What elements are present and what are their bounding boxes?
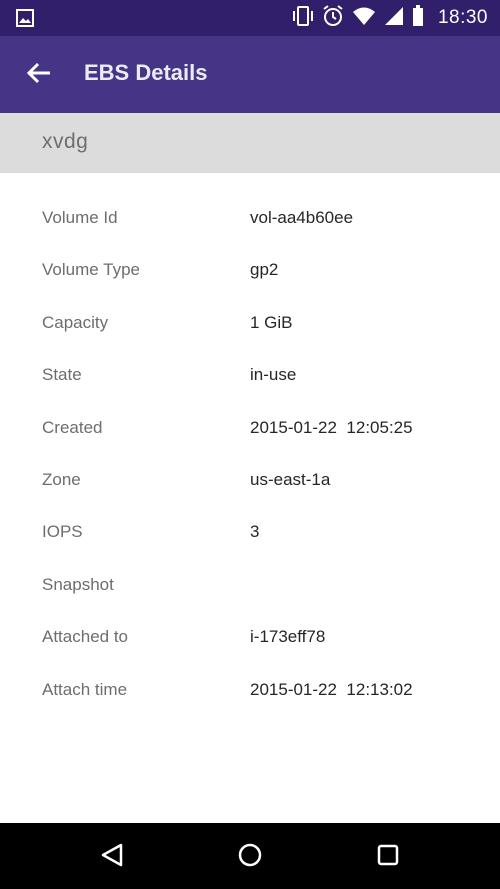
nav-recents-button[interactable] (370, 839, 406, 875)
nav-back-button[interactable] (94, 839, 130, 875)
recents-square-icon (375, 842, 401, 873)
detail-label: Zone (42, 469, 81, 489)
home-circle-icon (237, 842, 263, 873)
detail-label: Attached to (42, 627, 129, 647)
detail-row-attach-time: Attach time 2015-01-22 12:13:02 (0, 666, 500, 718)
battery-icon (412, 4, 424, 32)
detail-value: gp2 (250, 260, 279, 280)
detail-row-iops: IOPS 3 (0, 508, 500, 560)
detail-row-capacity: Capacity 1 GiB (0, 299, 500, 351)
wifi-icon (352, 6, 376, 31)
alarm-icon (322, 4, 344, 32)
back-triangle-icon (99, 842, 125, 873)
detail-value: 2015-01-22 12:05:25 (250, 417, 413, 437)
detail-label: Volume Type (42, 260, 140, 280)
detail-value: vol-aa4b60ee (250, 208, 354, 227)
back-button[interactable] (18, 54, 60, 96)
detail-row-volume-id: Volume Id vol-aa4b60ee (0, 194, 500, 246)
detail-row-created: Created 2015-01-22 12:05:25 (0, 404, 500, 456)
cell-signal-icon (384, 6, 404, 31)
detail-row-snapshot: Snapshot (0, 561, 500, 613)
detail-row-state: State in-use (0, 351, 500, 403)
volume-header: xvdg (0, 113, 500, 173)
detail-label: Created (42, 417, 103, 437)
page-title: EBS Details (84, 60, 208, 85)
status-time: 18:30 (437, 7, 488, 28)
detail-value: 3 (250, 522, 260, 542)
detail-label: Volume Id (42, 208, 118, 227)
detail-label: Capacity (42, 312, 109, 332)
detail-row-attached-to: Attached to i-173eff78 (0, 613, 500, 665)
detail-label: Attach time (42, 679, 128, 699)
detail-value: in-use (250, 365, 297, 385)
device-name: xvdg (42, 130, 89, 153)
detail-value: us-east-1a (250, 469, 331, 489)
arrow-left-icon (26, 61, 52, 90)
detail-row-zone: Zone us-east-1a (0, 456, 500, 508)
detail-value: 2015-01-22 12:13:02 (250, 679, 413, 699)
nav-home-button[interactable] (232, 839, 268, 875)
system-nav-bar (0, 823, 500, 889)
app-bar: EBS Details (0, 36, 500, 113)
image-notification-icon (16, 9, 34, 27)
detail-label: IOPS (42, 522, 83, 542)
detail-label: Snapshot (42, 574, 114, 594)
detail-label: State (42, 365, 82, 385)
detail-value: i-173eff78 (250, 627, 326, 647)
vibrate-icon (292, 5, 314, 31)
detail-row-volume-type: Volume Type gp2 (0, 246, 500, 298)
detail-value: 1 GiB (250, 312, 293, 332)
details-list: Volume Id vol-aa4b60ee Volume Type gp2 C… (0, 194, 500, 718)
status-bar: 18:30 (0, 0, 500, 36)
